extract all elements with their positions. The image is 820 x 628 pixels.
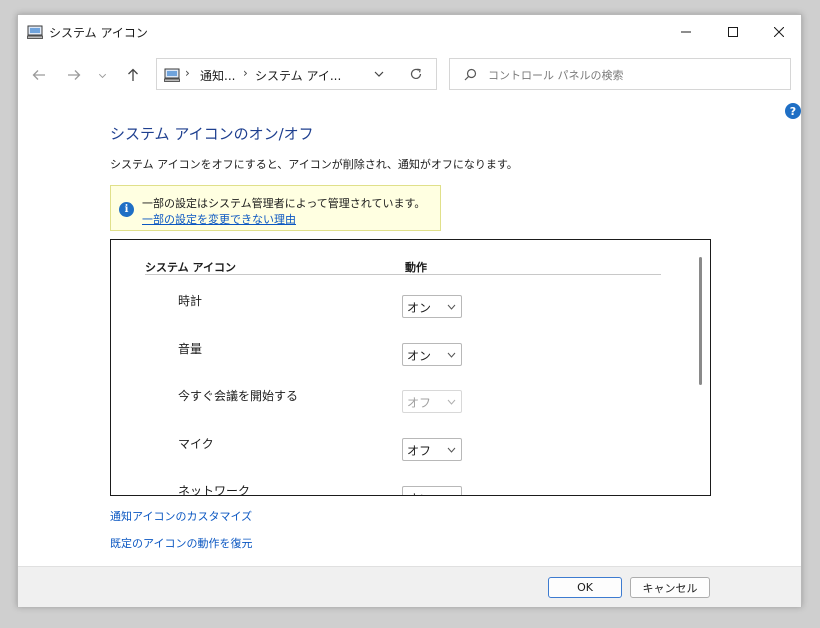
chevron-down-icon [447,447,456,453]
help-icon: ? [789,104,797,118]
search-input[interactable] [486,64,780,86]
computer-icon [27,25,43,39]
refresh-icon[interactable] [409,67,423,81]
title-bar[interactable]: システム アイコン [18,15,801,49]
breadcrumb-notifications[interactable]: 通知... [200,67,235,84]
admin-info-message: 一部の設定はシステム管理者によって管理されています。 [142,197,426,210]
recent-locations-button[interactable] [94,64,110,86]
maximize-button[interactable] [710,15,756,48]
minimize-icon [681,31,691,32]
system-icons-window: システム アイコン › 通知... › システム アイ... コントロール パネ… [17,14,802,607]
back-button[interactable] [28,64,50,86]
header-divider [145,274,661,275]
system-icons-list[interactable]: システム アイコン 動作 時計 オン 音量 オン 今すぐ会議を開始する オフ マ… [110,239,711,496]
select-value: オン [407,490,431,495]
why-cant-change-link[interactable]: 一部の設定を変更できない理由 [142,211,296,227]
maximize-icon [728,26,738,37]
select-value: オン [407,301,432,315]
arrow-left-icon [32,70,45,80]
page-description: システム アイコンをオフにすると、アイコンが削除され、通知がオフになります。 [110,158,518,171]
chevron-down-icon [447,494,456,496]
meet-now-behavior-select: オフ [402,390,462,413]
search-icon [464,68,477,81]
admin-info-box: i 一部の設定はシステム管理者によって管理されています。 一部の設定を変更できな… [110,185,441,231]
arrow-right-icon [68,70,81,80]
chevron-down-icon [447,352,456,358]
row-label-microphone: マイク [178,437,214,451]
restore-default-behaviors-link[interactable]: 既定のアイコンの動作を復元 [110,535,252,551]
page-title: システム アイコンのオン/オフ [110,125,314,143]
breadcrumb-system-icons[interactable]: システム アイ... [255,67,341,84]
cancel-button[interactable]: キャンセル [630,577,710,598]
window-title: システム アイコン [49,26,148,40]
microphone-behavior-select[interactable]: オフ [402,438,462,461]
select-value: オフ [407,444,432,458]
volume-behavior-select[interactable]: オン [402,343,462,366]
up-button[interactable] [122,64,144,86]
chevron-down-icon [447,304,456,310]
computer-icon [164,68,180,82]
close-button[interactable] [756,15,802,48]
address-bar[interactable]: › 通知... › システム アイ... [156,58,437,90]
row-label-clock: 時計 [178,294,203,308]
breadcrumb-separator: › [243,66,248,80]
select-value: オン [407,349,432,363]
row-label-network: ネットワーク [178,484,251,496]
customize-notification-icons-link[interactable]: 通知アイコンのカスタマイズ [110,508,252,524]
breadcrumb-separator: › [185,66,190,80]
row-label-meet-now: 今すぐ会議を開始する [178,389,299,403]
ok-button[interactable]: OK [548,577,622,598]
chevron-down-icon [447,399,456,405]
info-icon: i [119,202,134,217]
chevron-down-icon [98,73,106,78]
arrow-up-icon [128,68,138,81]
column-header-icon: システム アイコン [145,261,236,274]
close-icon [774,26,784,37]
forward-button[interactable] [63,64,85,86]
row-label-volume: 音量 [178,342,203,356]
list-scrollbar[interactable] [699,257,702,385]
chevron-down-icon[interactable] [373,68,385,80]
minimize-button[interactable] [663,15,709,48]
dialog-footer: OK キャンセル [18,566,801,607]
column-header-action: 動作 [405,261,427,274]
network-behavior-select[interactable]: オン [402,486,462,496]
search-box[interactable] [449,58,791,90]
select-value: オフ [407,396,432,410]
help-button[interactable]: ? [785,103,801,119]
clock-behavior-select[interactable]: オン [402,295,462,318]
